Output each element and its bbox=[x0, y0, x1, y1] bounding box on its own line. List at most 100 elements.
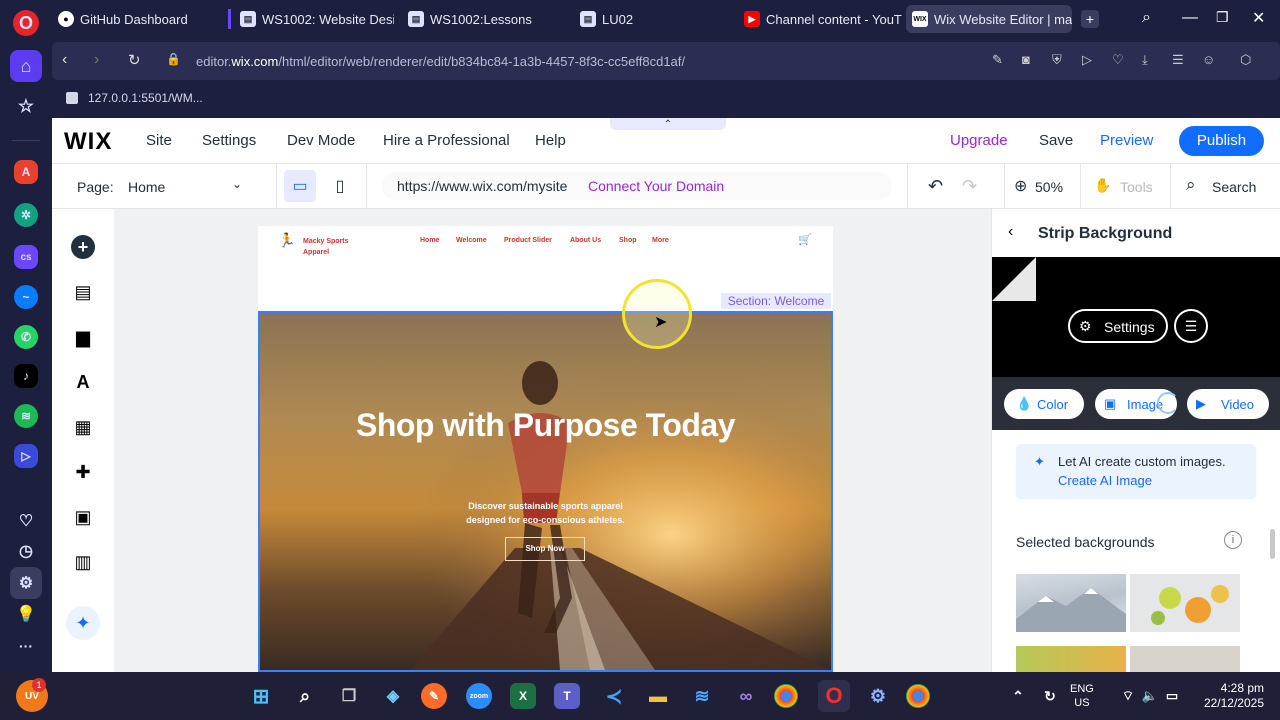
restore-icon[interactable]: ❐ bbox=[1216, 9, 1229, 26]
color-button[interactable]: 💧 Color bbox=[1004, 389, 1084, 419]
bookmark-item[interactable]: 127.0.0.1:5501/WM... bbox=[88, 91, 203, 105]
tab-wix-editor[interactable]: WIX Wix Website Editor | mack bbox=[906, 5, 1072, 33]
tab-github[interactable]: ● GitHub Dashboard bbox=[52, 5, 222, 33]
site-brand[interactable]: Macky Sports Apparel bbox=[303, 236, 349, 258]
favorite-icon[interactable]: ♡ bbox=[1112, 52, 1124, 68]
background-thumbnail-neutral[interactable] bbox=[1130, 646, 1240, 672]
site-nav-more[interactable]: More bbox=[652, 237, 669, 244]
spotify-icon[interactable]: ≋ bbox=[14, 404, 38, 428]
reload-icon[interactable]: ↻ bbox=[128, 51, 141, 69]
opera-taskbar-icon[interactable]: O bbox=[818, 680, 850, 712]
minimize-icon[interactable]: — bbox=[1182, 9, 1198, 27]
more-dots-icon[interactable]: ··· bbox=[10, 630, 42, 662]
history-icon[interactable]: ◷ bbox=[10, 535, 42, 567]
sync-icon[interactable]: ↻ bbox=[1034, 680, 1066, 712]
vscode-icon[interactable]: ≺ bbox=[598, 680, 630, 712]
welcome-section[interactable]: Shop with Purpose Today Discover sustain… bbox=[258, 311, 833, 672]
opera-logo-icon[interactable]: O bbox=[13, 10, 39, 36]
extensions-icon[interactable]: ⬡ bbox=[1240, 52, 1251, 68]
section-label[interactable]: Section: Welcome bbox=[721, 293, 831, 309]
teams-icon[interactable]: T bbox=[554, 683, 580, 709]
pages-menu-icon[interactable]: ▆ bbox=[71, 325, 95, 349]
menu-site[interactable]: Site bbox=[146, 132, 172, 149]
lightbulb-icon[interactable]: 💡 bbox=[10, 598, 42, 630]
file-explorer-icon[interactable]: ▬ bbox=[642, 680, 674, 712]
site-nav-product-slider[interactable]: Product Slider bbox=[504, 237, 552, 244]
redo-icon[interactable]: ↷ bbox=[962, 176, 977, 197]
app-blue-icon[interactable]: ≋ bbox=[686, 680, 718, 712]
hero-subtitle[interactable]: Discover sustainable sports apparel desi… bbox=[260, 499, 831, 527]
excel-icon[interactable]: X bbox=[510, 683, 536, 709]
menu-dev-mode[interactable]: Dev Mode bbox=[287, 132, 355, 149]
settings-button[interactable]: ⚙ Settings bbox=[1068, 309, 1168, 343]
tab-lu02[interactable]: ▤ LU02 bbox=[574, 5, 724, 33]
home-icon[interactable]: ⌂ bbox=[10, 50, 42, 82]
tab-ws1002-design[interactable]: ▤ WS1002: Website Design bbox=[234, 5, 394, 33]
player-icon[interactable]: ▷ bbox=[14, 444, 38, 468]
tab-ws1002-lessons[interactable]: ▤ WS1002:Lessons bbox=[402, 5, 562, 33]
star-icon[interactable]: ☆ bbox=[10, 90, 42, 122]
zoom-control[interactable]: ⊕ 50% bbox=[1014, 172, 1070, 200]
cs-app-icon[interactable]: cs bbox=[14, 245, 38, 269]
panel-scrollbar[interactable] bbox=[1270, 529, 1275, 559]
cart-icon[interactable]: 🛒 bbox=[798, 233, 812, 246]
back-arrow-icon[interactable]: ‹ bbox=[1008, 223, 1013, 241]
camera-icon[interactable]: ◙ bbox=[1022, 52, 1030, 67]
background-thumbnail-mountains[interactable] bbox=[1016, 574, 1126, 632]
ai-assistant-icon[interactable]: ✦ bbox=[66, 606, 100, 640]
page-selector[interactable]: Home ⌄ bbox=[128, 172, 254, 200]
task-view-icon[interactable]: ❐ bbox=[333, 680, 365, 712]
taskbar-search-icon[interactable]: ⌕ bbox=[289, 680, 321, 712]
connect-domain-link[interactable]: Connect Your Domain bbox=[588, 178, 724, 194]
heart-icon[interactable]: ♡ bbox=[10, 505, 42, 537]
visual-studio-icon[interactable]: ∞ bbox=[730, 680, 762, 712]
shop-now-button[interactable]: Shop Now bbox=[505, 537, 585, 561]
messenger-icon[interactable]: ~ bbox=[14, 285, 38, 309]
site-url-bar[interactable]: https://www.wix.com/mysite Connect Your … bbox=[382, 172, 892, 200]
add-section-icon[interactable]: ▤ bbox=[71, 280, 95, 304]
site-nav-home[interactable]: Home bbox=[420, 237, 439, 244]
back-icon[interactable]: ‹ bbox=[62, 51, 67, 69]
hero-title[interactable]: Shop with Purpose Today bbox=[260, 407, 831, 444]
runner-logo-icon[interactable]: 🏃 bbox=[278, 232, 295, 249]
search-button[interactable]: ⌕ Search bbox=[1186, 172, 1270, 200]
clock[interactable]: 4:28 pm 22/12/2025 bbox=[1198, 681, 1264, 711]
aria-icon[interactable]: A bbox=[14, 160, 38, 184]
site-nav-about-us[interactable]: About Us bbox=[570, 237, 601, 244]
media-icon[interactable]: ▣ bbox=[71, 505, 95, 529]
mobile-view-icon[interactable]: ▯ bbox=[326, 170, 354, 202]
desktop-view-icon[interactable]: ▭ bbox=[284, 170, 316, 202]
undo-icon[interactable]: ↶ bbox=[928, 176, 943, 197]
background-thumbnail-gradient[interactable] bbox=[1016, 646, 1126, 672]
add-apps-icon[interactable]: ▦ bbox=[71, 415, 95, 439]
chatgpt-icon[interactable]: ✲ bbox=[14, 203, 38, 227]
menu-settings[interactable]: Settings bbox=[202, 132, 256, 149]
business-tools-icon[interactable]: ✚ bbox=[71, 460, 95, 484]
chrome-icon[interactable] bbox=[774, 684, 798, 708]
settings-app-icon[interactable]: ⚙ bbox=[862, 680, 894, 712]
site-nav-shop[interactable]: Shop bbox=[619, 237, 637, 244]
save-button[interactable]: Save bbox=[1039, 132, 1073, 149]
chrome-profile-icon[interactable] bbox=[906, 684, 930, 708]
profile-icon[interactable]: ☺ bbox=[1202, 52, 1215, 67]
image-button[interactable]: ▣ Image bbox=[1095, 389, 1179, 419]
windows-start-icon[interactable]: ⊞ bbox=[245, 680, 277, 712]
whatsapp-icon[interactable]: ✆ bbox=[14, 325, 38, 349]
battery-icon[interactable]: ▭ bbox=[1156, 680, 1188, 712]
copilot-icon[interactable]: ◈ bbox=[377, 680, 409, 712]
show-hidden-icons-chevron-icon[interactable]: ⌃ bbox=[1002, 680, 1034, 712]
zoom-app-icon[interactable]: zoom bbox=[466, 683, 492, 709]
site-nav-welcome[interactable]: Welcome bbox=[456, 237, 487, 244]
background-thumbnail-citrus[interactable] bbox=[1130, 574, 1240, 632]
wix-logo[interactable]: WIX bbox=[64, 128, 112, 156]
tiktok-icon[interactable]: ♪ bbox=[14, 364, 38, 388]
tools-button[interactable]: ✋ Tools bbox=[1092, 172, 1162, 200]
collapse-toolbar-chevron-icon[interactable]: ⌃ bbox=[610, 118, 726, 130]
edit-icon[interactable]: ✎ bbox=[992, 52, 1003, 68]
shield-icon[interactable]: ⛨ bbox=[1052, 52, 1062, 68]
send-icon[interactable]: ▷ bbox=[1082, 52, 1092, 68]
url-input[interactable]: editor.wix.com/html/editor/web/renderer/… bbox=[196, 54, 685, 69]
forward-icon[interactable]: › bbox=[94, 51, 99, 69]
easy-setup-icon[interactable]: ☰ bbox=[1172, 52, 1184, 68]
site-design-icon[interactable]: A bbox=[71, 370, 95, 394]
